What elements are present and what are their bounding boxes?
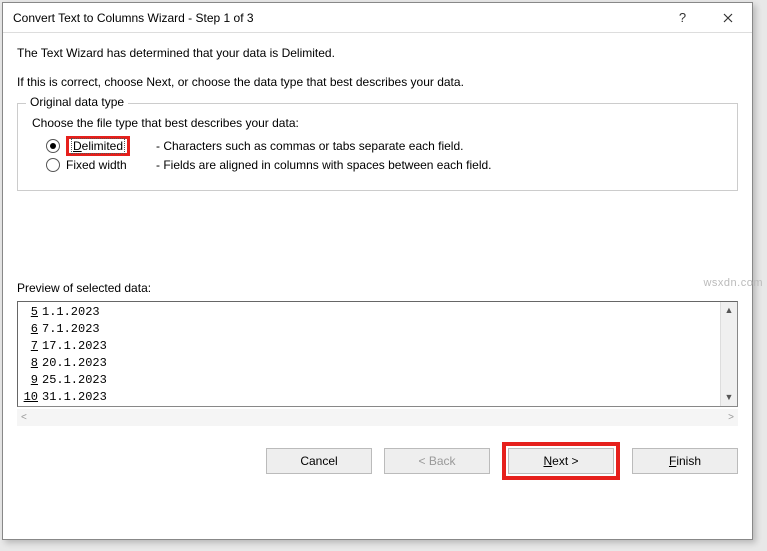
cancel-button[interactable]: Cancel xyxy=(266,448,372,474)
titlebar: Convert Text to Columns Wizard - Step 1 … xyxy=(3,3,752,33)
button-bar: Cancel < Back Next > Finish xyxy=(3,426,752,494)
dialog-title: Convert Text to Columns Wizard - Step 1 … xyxy=(13,11,254,25)
preview-box: 51.1.2023 67.1.2023 717.1.2023 820.1.202… xyxy=(17,301,738,407)
scroll-down-icon[interactable]: ▼ xyxy=(721,389,737,406)
intro-text: The Text Wizard has determined that your… xyxy=(17,45,738,91)
preview-row: 925.1.2023 xyxy=(20,372,737,389)
preview-row: 51.1.2023 xyxy=(20,304,737,321)
preview-row: 820.1.2023 xyxy=(20,355,737,372)
scroll-right-icon[interactable]: > xyxy=(728,412,734,423)
back-button[interactable]: < Back xyxy=(384,448,490,474)
preview-row: 1031.1.2023 xyxy=(20,389,737,406)
preview-row: 717.1.2023 xyxy=(20,338,737,355)
radio-fixed-width[interactable]: Fixed width - Fields are aligned in colu… xyxy=(46,158,723,172)
watermark: wsxdn.com xyxy=(703,277,763,289)
help-button[interactable]: ? xyxy=(660,4,705,32)
window-controls: ? xyxy=(660,4,750,32)
radio-delimited[interactable]: Delimited - Characters such as commas or… xyxy=(46,138,723,154)
group-legend: Original data type xyxy=(26,95,128,109)
radio-icon xyxy=(46,158,60,172)
horizontal-scrollbar[interactable]: < > xyxy=(17,409,738,426)
close-icon xyxy=(723,13,733,23)
close-button[interactable] xyxy=(705,4,750,32)
radio-icon xyxy=(46,139,60,153)
preview-content: 51.1.2023 67.1.2023 717.1.2023 820.1.202… xyxy=(18,302,737,407)
preview-label: Preview of selected data: xyxy=(17,281,738,295)
preview-row: 67.1.2023 xyxy=(20,321,737,338)
next-button-highlight: Next > xyxy=(502,442,620,480)
finish-button[interactable]: Finish xyxy=(632,448,738,474)
group-prompt: Choose the file type that best describes… xyxy=(32,116,723,130)
original-data-type-group: Original data type Choose the file type … xyxy=(17,103,738,191)
wizard-dialog: Convert Text to Columns Wizard - Step 1 … xyxy=(2,2,753,540)
radio-label-delimited: Delimited xyxy=(66,138,144,154)
dialog-body: The Text Wizard has determined that your… xyxy=(3,33,752,426)
vertical-scrollbar[interactable]: ▲ ▼ xyxy=(720,302,737,406)
scroll-left-icon[interactable]: < xyxy=(21,412,27,423)
scroll-up-icon[interactable]: ▲ xyxy=(721,302,737,319)
intro-line1: The Text Wizard has determined that your… xyxy=(17,45,738,62)
intro-line2: If this is correct, choose Next, or choo… xyxy=(17,74,738,91)
radio-label-fixed: Fixed width xyxy=(66,158,144,172)
radio-desc-delimited: - Characters such as commas or tabs sepa… xyxy=(156,139,463,153)
radio-desc-fixed: - Fields are aligned in columns with spa… xyxy=(156,158,492,172)
next-button[interactable]: Next > xyxy=(508,448,614,474)
